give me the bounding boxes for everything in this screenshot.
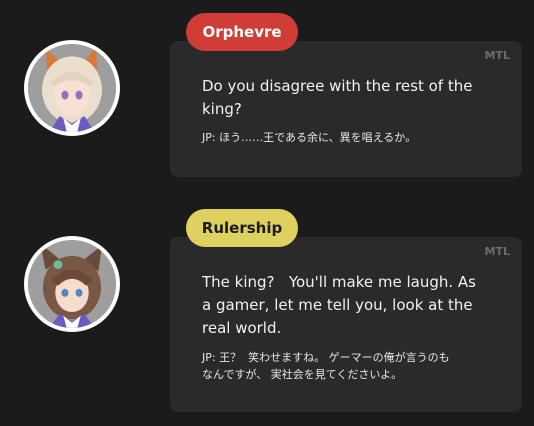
message-card: MTL Do you disagree with the rest of the…	[170, 41, 522, 177]
japanese-line: JP: ほう……王である余に、異を唱えるか。	[202, 131, 417, 144]
rulership-avatar-icon	[24, 236, 120, 332]
message-card: MTL The king? You'll make me laugh. As a…	[170, 237, 522, 412]
orphevre-avatar-icon	[24, 40, 120, 136]
speaker-name: Orphevre	[202, 23, 282, 41]
dialogue-page: Orphevre MTL Do you disagree with the re…	[0, 0, 534, 426]
speaker-tag: Orphevre	[186, 13, 298, 51]
speaker-name: Rulership	[201, 219, 283, 237]
mtl-badge: MTL	[484, 49, 510, 62]
japanese-line: JP: 王？ 笑わせますね。 ゲーマーの俺が言うのも なんですが、 実社会を見て…	[202, 351, 450, 381]
mtl-badge: MTL	[484, 245, 510, 258]
english-line: The king? You'll make me laugh. As a gam…	[202, 273, 476, 337]
speaker-tag: Rulership	[186, 209, 298, 247]
english-line: Do you disagree with the rest of the kin…	[202, 77, 473, 118]
